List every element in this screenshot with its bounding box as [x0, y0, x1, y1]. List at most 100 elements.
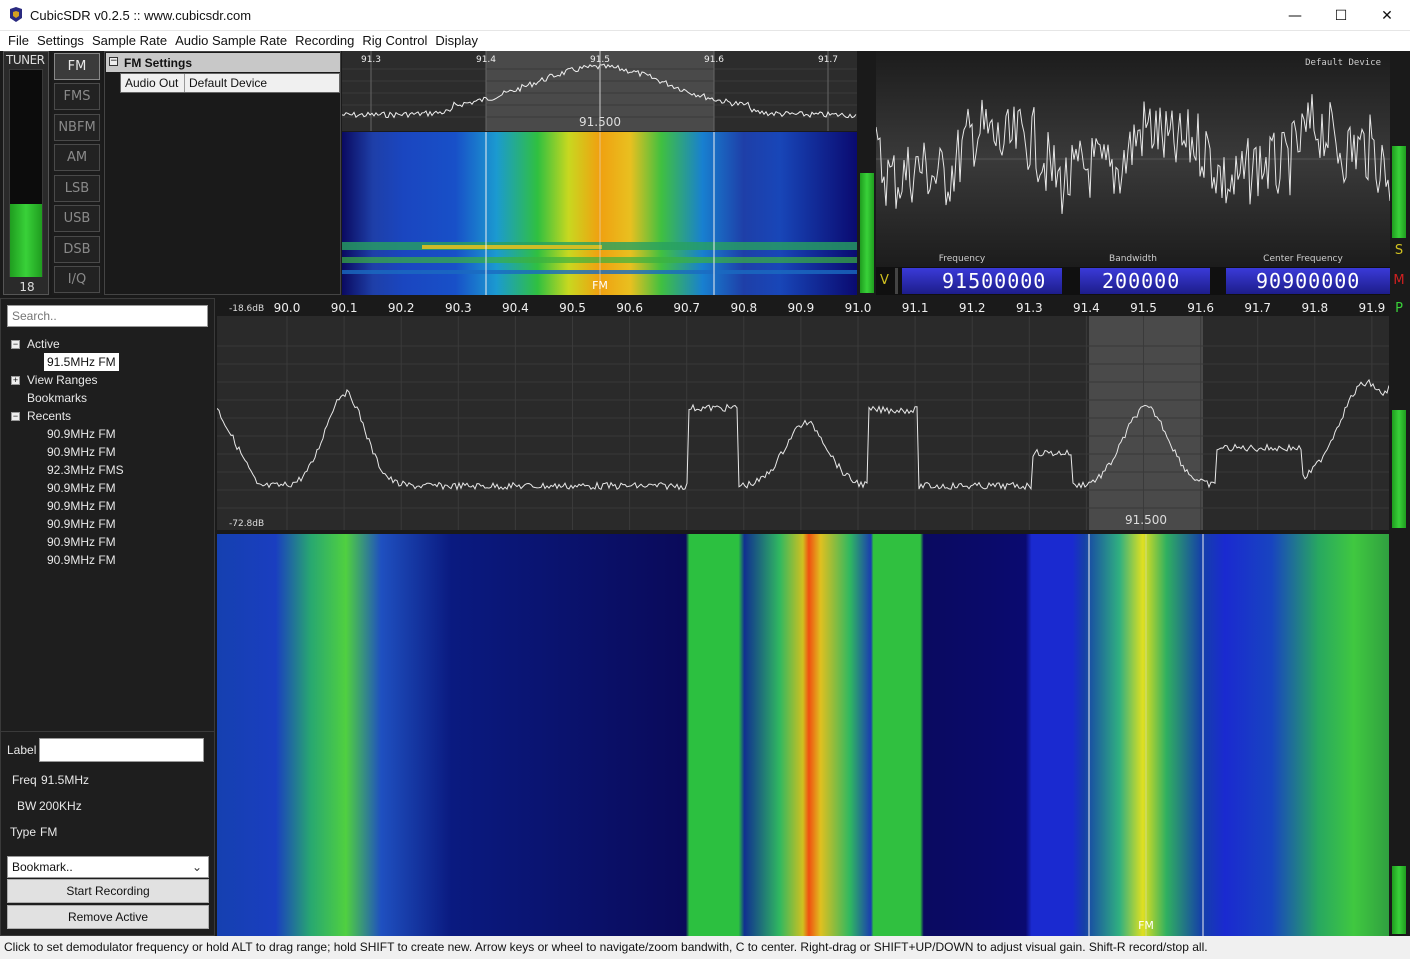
mode-usb-button[interactable]: USB [54, 205, 100, 232]
menu-display[interactable]: Display [427, 31, 478, 51]
menu-settings[interactable]: Settings [29, 31, 84, 51]
mode-lsb-button[interactable]: LSB [54, 175, 100, 202]
tuner-gain-fill [10, 204, 42, 277]
spectrum-tick-label: 90.2 [388, 301, 415, 315]
fm-settings-header[interactable]: FM Settings [106, 53, 340, 72]
frequency-readouts: V 91500000 200000 90900000 [876, 267, 1390, 295]
spectrum-tick-label: 91.1 [902, 301, 929, 315]
recent-item[interactable]: 90.9MHz FM [47, 445, 116, 459]
tuner-gain-panel[interactable]: TUNER 18 [3, 51, 49, 295]
mini-tick: 91.5 [590, 55, 610, 65]
audio-scope-canvas: Default Device Frequency Bandwidth Cente… [875, 51, 1391, 267]
tree-view-ranges[interactable]: View Ranges [27, 373, 98, 387]
spectrum-tick-label: 90.7 [673, 301, 700, 315]
minimize-button[interactable]: — [1272, 0, 1318, 31]
main-spectrum[interactable]: 90.0 90.1 90.2 90.3 90.4 90.5 90.6 90.7 90.8 90.9… [216, 298, 1390, 530]
recent-item[interactable]: 90.9MHz FM [47, 553, 116, 567]
menu-recording[interactable]: Recording [287, 31, 354, 51]
demod-waterfall[interactable]: FM [342, 132, 857, 295]
spectrum-tick-label: 91.0 [845, 301, 872, 315]
audio-level-fill [860, 173, 874, 293]
maximize-button[interactable]: ☐ [1318, 0, 1364, 31]
menu-audio-sample-rate[interactable]: Audio Sample Rate [167, 31, 287, 51]
remove-active-button[interactable]: Remove Active [7, 905, 209, 929]
bookmark-select-value: Bookmark.. [12, 860, 73, 874]
spectrum-tick-label: 90.1 [331, 301, 358, 315]
status-text: Click to set demodulator frequency or ho… [4, 940, 1208, 954]
mode-fms-button[interactable]: FMS [54, 83, 100, 110]
demod-frequency-display[interactable]: 91500000 [902, 268, 1062, 294]
spectrum-tick-label: 91.4 [1073, 301, 1100, 315]
waterfall-speed-fill [1392, 866, 1406, 934]
tree-active-item[interactable]: 91.5MHz FM [44, 353, 119, 371]
menu-file[interactable]: File [0, 31, 29, 51]
menu-rig-control[interactable]: Rig Control [354, 31, 427, 51]
tree-bookmarks[interactable]: Bookmarks [27, 391, 87, 405]
squelch-level-fill [1392, 146, 1406, 238]
recent-item[interactable]: 90.9MHz FM [47, 535, 116, 549]
bookmark-search-input[interactable] [7, 305, 208, 327]
bookmark-label-input[interactable] [39, 738, 204, 762]
close-button[interactable]: ✕ [1364, 0, 1410, 31]
demod-mode-label: FM [592, 279, 608, 292]
audio-out-label: Audio Out [121, 74, 185, 92]
type-caption: Type [10, 825, 37, 839]
status-bar: Click to set demodulator frequency or ho… [0, 936, 1410, 959]
collapse-icon[interactable]: − [11, 340, 20, 349]
audio-out-value[interactable]: Default Device [185, 74, 271, 92]
recent-item[interactable]: 90.9MHz FM [47, 481, 116, 495]
audio-level-meter[interactable] [858, 51, 875, 295]
fm-settings-panel: FM Settings − Audio Out Default Device [104, 51, 341, 295]
spectrum-tick-label: 90.5 [559, 301, 586, 315]
expand-icon[interactable]: + [11, 376, 20, 385]
audio-scope: Default Device Frequency Bandwidth Cente… [875, 51, 1391, 267]
right-controls-top: S M [1390, 51, 1408, 295]
tree-active[interactable]: Active [27, 337, 60, 351]
mode-dsb-button[interactable]: DSB [54, 236, 100, 263]
frequency-caption: Frequency [939, 254, 986, 264]
spectrum-tick-label: 90.6 [616, 301, 643, 315]
demod-mode-panel: FM FMS NBFM AM LSB USB DSB I/Q [52, 51, 102, 295]
mini-tick: 91.7 [818, 55, 838, 65]
scope-device-label: Default Device [1305, 58, 1381, 68]
tuner-label: TUNER [6, 53, 45, 67]
squelch-button[interactable]: S [1391, 243, 1407, 265]
start-recording-button[interactable]: Start Recording [7, 879, 209, 903]
recent-item[interactable]: 90.9MHz FM [47, 517, 116, 531]
bandwidth-display[interactable]: 200000 [1080, 268, 1210, 294]
recent-item[interactable]: 92.3MHz FMS [47, 463, 124, 477]
spectrum-tick-label: 90.0 [274, 301, 301, 315]
demod-spectrum-canvas: 91.3 91.4 91.5 91.6 91.7 91.500 [341, 51, 857, 131]
title-bar: CubicSDR v0.2.5 :: www.cubicsdr.com — ☐ … [0, 0, 1410, 31]
bw-value: 200KHz [39, 799, 82, 813]
recent-item[interactable]: 90.9MHz FM [47, 427, 116, 441]
freq-value: 91.5MHz [41, 773, 90, 787]
main-waterfall[interactable]: FM [217, 534, 1389, 936]
mini-tick: 91.4 [476, 55, 496, 65]
mode-iq-button[interactable]: I/Q [54, 266, 100, 293]
tree-recents[interactable]: Recents [27, 409, 71, 423]
right-controls-bottom: P [1390, 298, 1408, 936]
spectrum-tick-label: 91.7 [1244, 301, 1271, 315]
audio-out-row[interactable]: Audio Out Default Device [120, 73, 340, 93]
mute-button[interactable]: M [1391, 273, 1407, 295]
center-frequency-display[interactable]: 90900000 [1226, 268, 1390, 294]
collapse-icon[interactable]: − [11, 412, 20, 421]
bookmark-select[interactable]: Bookmark.. ⌄ [7, 856, 209, 878]
mode-am-button[interactable]: AM [54, 144, 100, 171]
waterfall-mode-label: FM [1138, 919, 1154, 932]
recent-item[interactable]: 90.9MHz FM [47, 499, 116, 513]
mini-tick: 91.6 [704, 55, 724, 65]
demod-center-frequency: 91.500 [579, 115, 621, 129]
freq-caption: Freq [12, 773, 37, 787]
bandwidth-caption: Bandwidth [1109, 254, 1157, 264]
mode-nbfm-button[interactable]: NBFM [54, 114, 100, 141]
cubicsdr-window: CubicSDR v0.2.5 :: www.cubicsdr.com — ☐ … [0, 0, 1410, 959]
spectrum-tick-label: 91.2 [959, 301, 986, 315]
demod-spectrum[interactable]: 91.3 91.4 91.5 91.6 91.7 91.500 [341, 51, 857, 131]
menu-sample-rate[interactable]: Sample Rate [84, 31, 167, 51]
peak-hold-button[interactable]: P [1391, 301, 1407, 323]
mode-fm-button[interactable]: FM [54, 53, 100, 80]
collapse-icon[interactable]: − [109, 57, 118, 66]
demod-waterfall-canvas: FM [342, 132, 857, 295]
